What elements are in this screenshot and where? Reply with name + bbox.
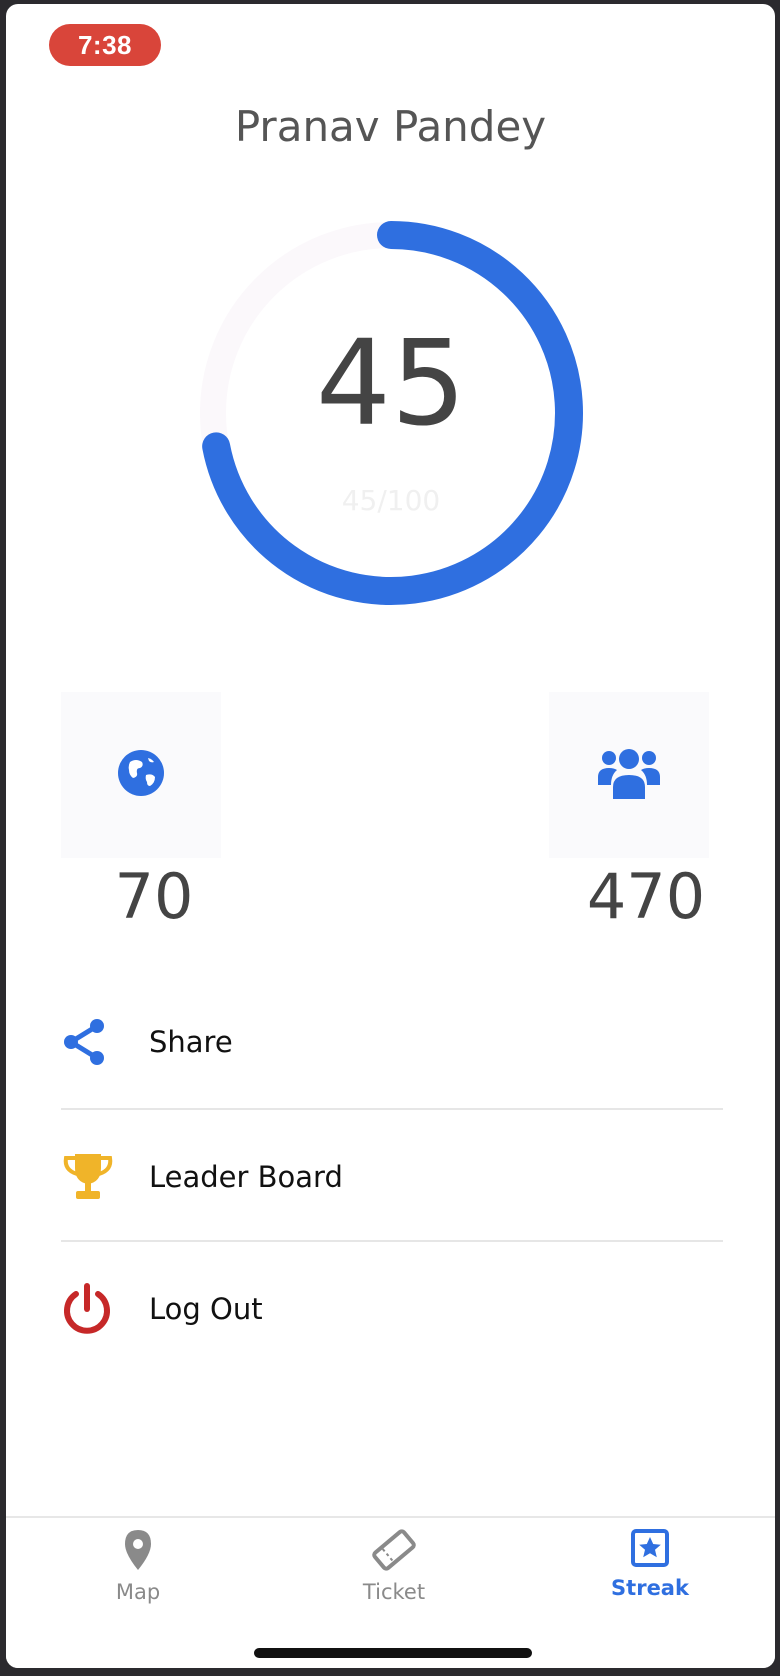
profile-name: Pranav Pandey — [234, 102, 547, 151]
stat-value-countries: 70 — [114, 860, 194, 933]
star-square-icon — [630, 1528, 670, 1572]
tab-label-map: Map — [115, 1580, 161, 1604]
globe-icon — [116, 748, 166, 802]
bottom-tab-bar: Map Ticket Streak — [6, 1516, 775, 1668]
tab-label-streak: Streak — [611, 1576, 689, 1600]
menu-item-share[interactable]: Share — [61, 1002, 723, 1082]
menu-label-share: Share — [149, 1025, 233, 1059]
home-indicator — [254, 1648, 532, 1658]
menu-divider — [61, 1240, 723, 1242]
tab-streak[interactable]: Streak — [570, 1528, 730, 1600]
tab-ticket[interactable]: Ticket — [314, 1528, 474, 1604]
stat-card-friends[interactable] — [549, 692, 709, 858]
trophy-icon — [61, 1147, 121, 1207]
status-time: 7:38 — [77, 29, 133, 60]
group-icon — [598, 745, 660, 805]
stat-value-friends: 470 — [586, 860, 706, 933]
menu-item-log-out[interactable]: Log Out — [61, 1269, 723, 1349]
share-icon — [61, 1012, 121, 1072]
ticket-icon — [371, 1528, 417, 1576]
map-pin-icon — [122, 1528, 154, 1576]
app-screen: 7:38 Pranav Pandey 45 45/100 70 470 Shar… — [6, 4, 775, 1668]
tab-map[interactable]: Map — [58, 1528, 218, 1604]
tab-label-ticket: Ticket — [362, 1580, 426, 1604]
progress-sub-label: 45/100 — [341, 484, 441, 517]
menu-label-log-out: Log Out — [149, 1292, 263, 1326]
status-time-pill: 7:38 — [49, 24, 161, 66]
menu-divider — [61, 1108, 723, 1110]
menu-item-leader-board[interactable]: Leader Board — [61, 1137, 723, 1217]
progress-value: 45 — [315, 314, 467, 452]
menu-label-leader-board: Leader Board — [149, 1160, 343, 1194]
stat-card-countries[interactable] — [61, 692, 221, 858]
power-icon — [61, 1279, 121, 1339]
